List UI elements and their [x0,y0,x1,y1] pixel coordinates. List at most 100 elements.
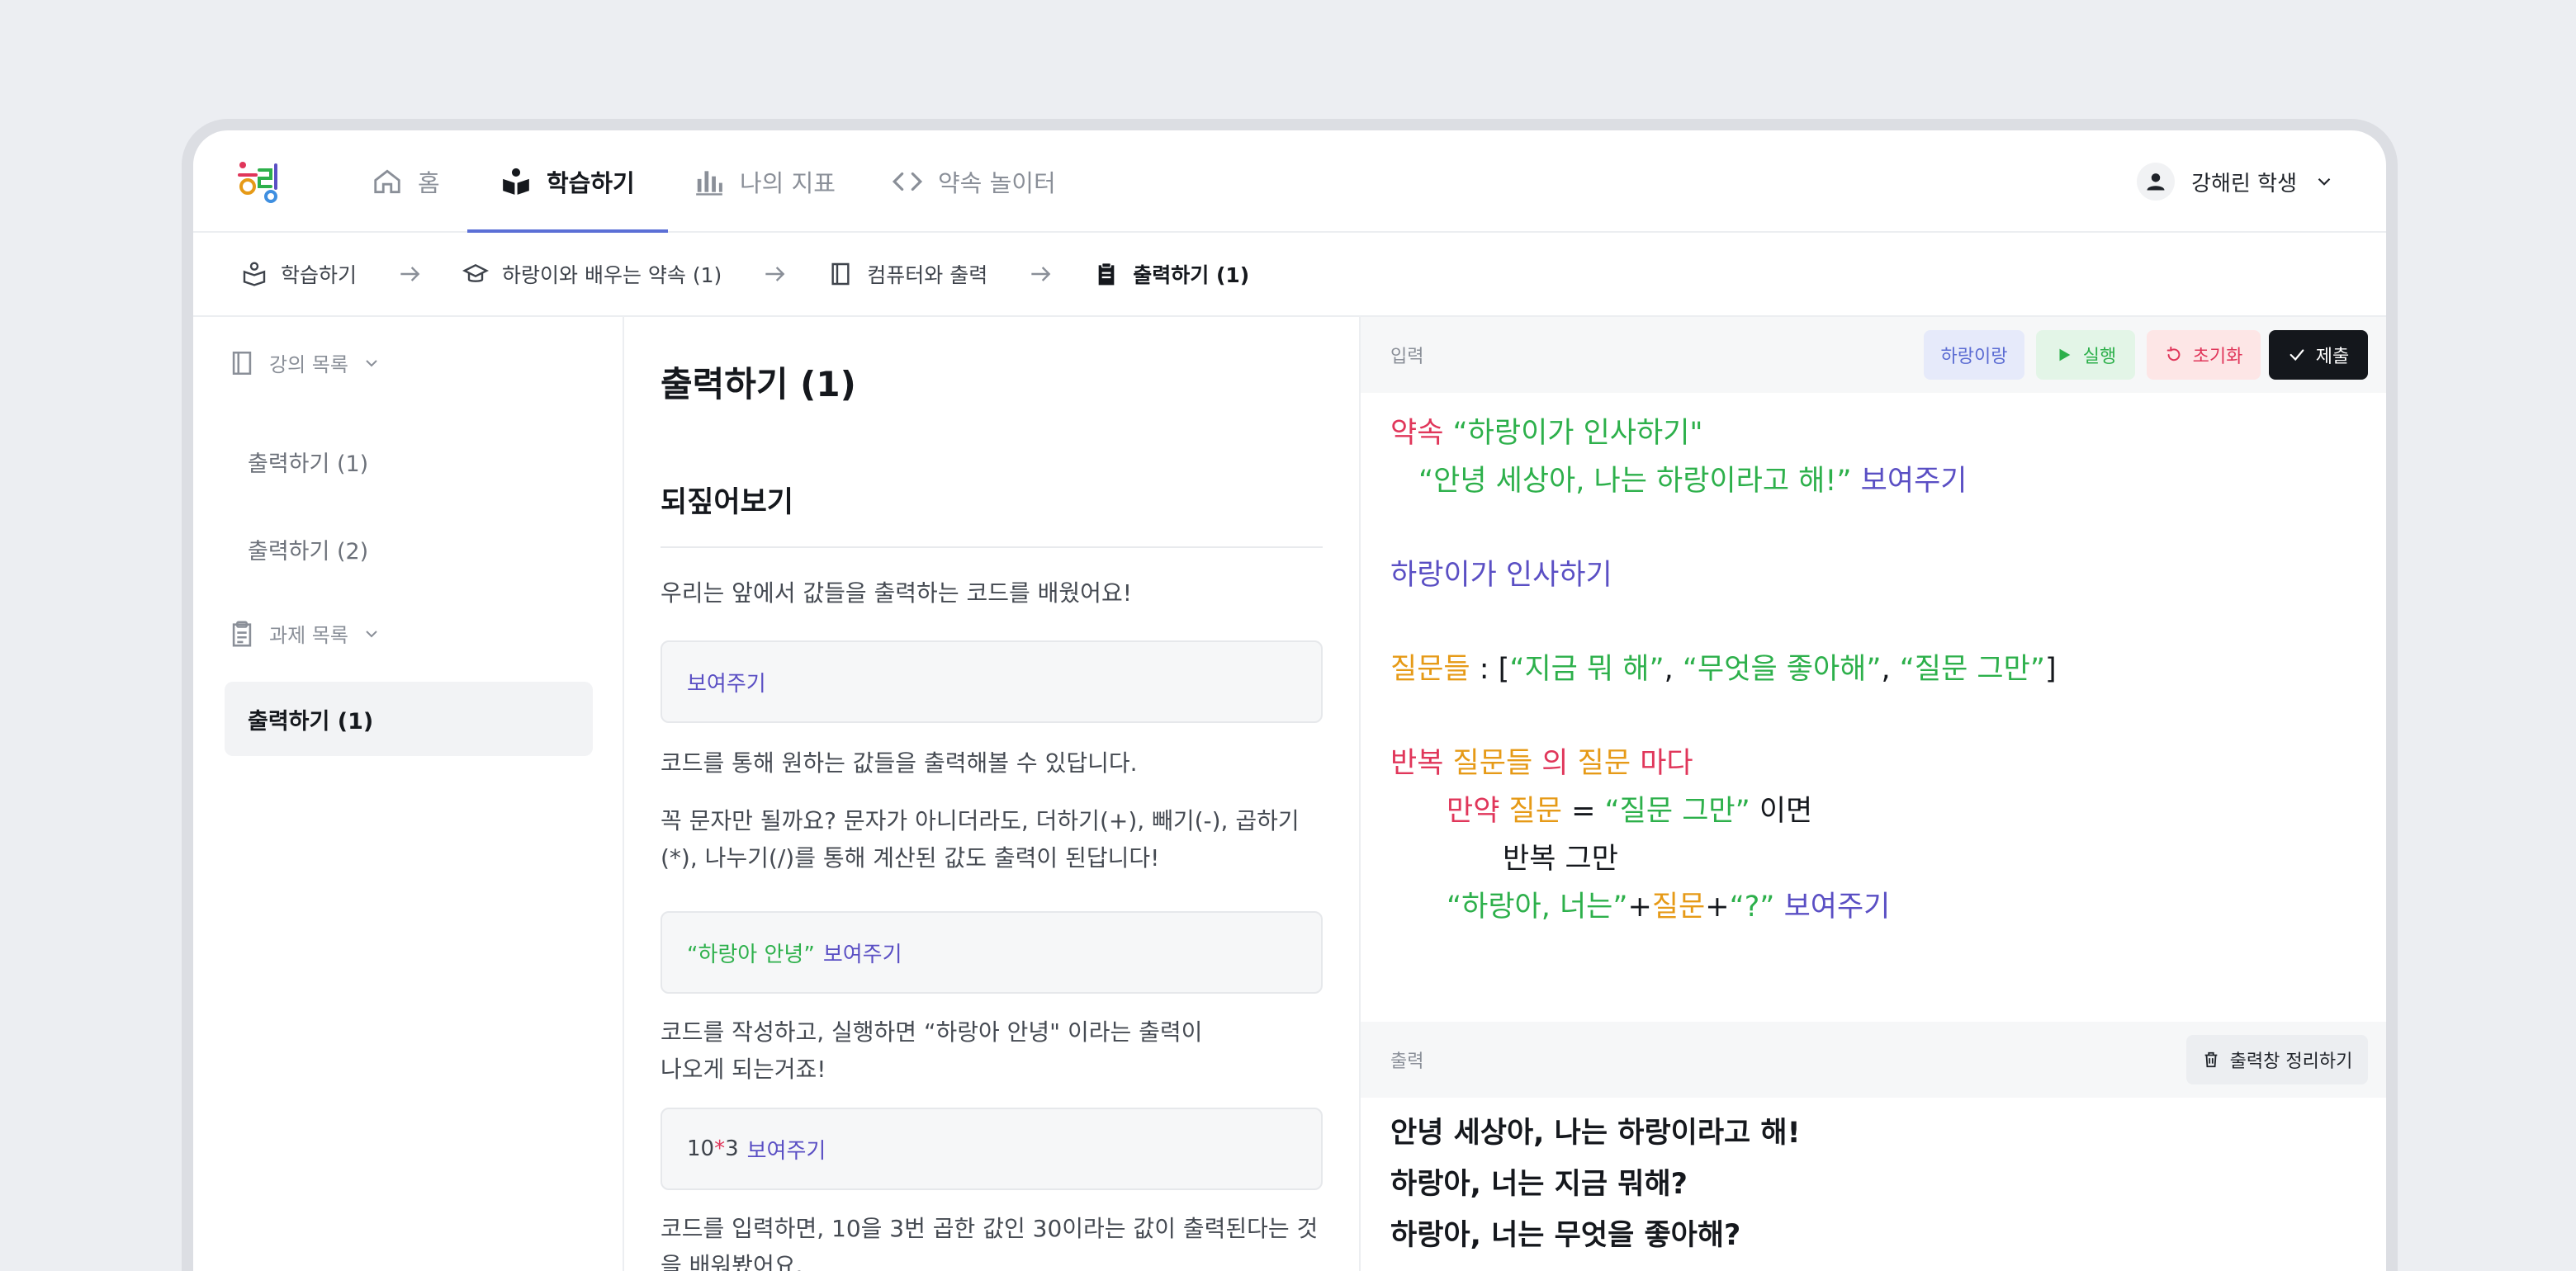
code-number: 3 [725,1136,739,1161]
paragraph-4-line-2: 나오게 되는거죠! [661,1056,826,1083]
run-button[interactable]: 실행 [2036,330,2135,380]
nav-home-label: 홈 [418,169,440,197]
code-operator: * [714,1136,726,1161]
token-string: “질문 그만” [1899,653,2045,686]
harang-button[interactable]: 하랑이랑 [1924,330,2024,380]
bar-chart-icon [696,171,722,196]
breadcrumb-chapter-label: 컴퓨터와 출력 [867,263,988,287]
breadcrumb-chapter[interactable]: 컴퓨터와 출력 [827,259,987,289]
breadcrumb-current: 출력하기 (1) [1093,259,1249,289]
book-reader-icon [503,168,529,195]
nav-learn[interactable]: 학습하기 [467,130,668,233]
clipboard-icon [1098,262,1115,286]
arrow-right-icon [765,267,785,281]
reset-button[interactable]: 초기화 [2147,330,2261,380]
submit-button[interactable]: 제출 [2269,330,2368,380]
sidebar-item-lecture-2[interactable]: 출력하기 (2) [225,512,593,586]
sidebar-item-lecture-1[interactable]: 출력하기 (1) [225,424,593,498]
breadcrumb: 학습하기 하랑이와 배우는 약속 (1) 컴퓨터와 출력 출력하기 (1) [193,233,2386,317]
code-line-6: 질문들 : [“지금 뭐 해”, “무엇을 좋아해”, “질문 그만”] [1390,645,2057,687]
paragraph-1: 우리는 앞에서 값들을 출력하는 코드를 배웠어요! [661,579,1132,607]
token-keyword: 반복 [1390,747,1444,780]
book-open-icon [243,262,266,286]
token-punct: ] [2044,653,2057,686]
token-string: “하랑아, 너는” [1447,891,1628,924]
paragraph-4-line-1: 코드를 작성하고, 실행하면 “하랑아 안녕" 이라는 출력이 [661,1018,1203,1046]
token-keyword-plain: 이면 [1750,795,1813,828]
run-button-label: 실행 [2082,347,2117,367]
task-list-toggle[interactable]: 과제 목록 [228,619,381,648]
nav-stats[interactable]: 나의 지표 [694,130,836,233]
lesson-title: 출력하기 (1) [661,364,856,404]
avatar [2137,163,2176,201]
breadcrumb-learn-label: 학습하기 [281,263,358,287]
code-number: 10 [687,1136,715,1161]
token-keyword: 만약 [1447,795,1500,828]
clear-output-button[interactable]: 출력창 정리하기 [2186,1035,2368,1084]
chevron-down-icon [2318,177,2331,186]
output-label: 출력 [1390,1051,1424,1072]
token-keyword: 의 [1541,747,1569,780]
arrow-right-icon [400,267,420,281]
token-keyword-plain: 반복 그만 [1503,843,1618,876]
app-window: 홈 학습하기 나의 지표 약속 놀이터 강해린 학생 학습하기 하랑이와 배우는… [182,119,2398,1271]
clear-output-label: 출력창 정리하기 [2229,1051,2353,1072]
nav-home[interactable]: 홈 [372,130,440,233]
code-line-1: 약속 “하랑이가 인사하기" [1390,409,1703,451]
token-call: 보여주기 [1783,891,1891,924]
user-menu[interactable]: 강해린 학생 [2137,130,2335,233]
token-punct: + [1627,891,1652,924]
paragraph-5: 코드를 입력하면, 10을 3번 곱한 값인 30이라는 값이 출력된다는 것을… [661,1215,1319,1271]
lecture-list-toggle[interactable]: 강의 목록 [228,348,381,377]
token-punct: , [1881,653,1900,686]
token-punct: : [ [1470,653,1510,686]
code-panel: 입력 하랑이랑 실행 초기화 제출 약속 “하랑이가 인사하기" “안녕 세상아… [1361,317,2386,1271]
token-variable: 질문 [1577,747,1631,780]
book-icon [232,351,252,375]
code-keyword: 보여주기 [687,671,766,697]
token-variable: 질문들 [1452,747,1533,780]
graduation-cap-icon [462,263,490,282]
sidebar: 강의 목록 출력하기 (1) 출력하기 (2) 과제 목록 출력하기 (1) [193,317,624,1271]
chevron-down-icon [366,359,377,366]
code-icon [892,172,923,191]
user-name: 강해린 학생 [2191,171,2297,196]
check-icon [2290,349,2304,361]
code-string: “하랑아 안녕” [687,942,815,967]
nav-learn-label: 학습하기 [547,169,635,197]
token-string: “질문 그만” [1604,795,1750,828]
lecture-list-title: 강의 목록 [269,353,348,376]
section-title: 되짚어보기 [661,486,794,519]
code-keyword: 보여주기 [822,942,902,967]
app-logo[interactable] [236,158,289,203]
trash-icon [2204,1051,2217,1068]
task-list-title: 과제 목록 [269,624,348,647]
token-punct: + [1705,891,1730,924]
top-nav: 홈 학습하기 나의 지표 약속 놀이터 강해린 학생 [193,130,2386,233]
breadcrumb-course[interactable]: 하랑이와 배우는 약속 (1) [462,259,722,289]
token-string: “무엇을 좋아해” [1682,653,1882,686]
token-variable: 질문들 [1390,653,1470,686]
breadcrumb-learn[interactable]: 학습하기 [241,259,357,289]
token-variable: 질문 [1651,891,1706,924]
token-string: “안녕 세상아, 나는 하랑이라고 해!” [1418,465,1852,498]
token-call: 하랑이가 인사하기 [1390,559,1612,592]
code-line-2: “안녕 세상아, 나는 하랑이라고 해!” 보여주기 [1418,457,1967,499]
nav-playground-label: 약속 놀이터 [938,169,1056,197]
token-string: “하랑이가 인사하기" [1452,417,1703,450]
arrow-right-icon [1031,267,1051,281]
code-line-8: 반복 질문들 의 질문 마다 [1390,739,1693,782]
lesson-content: 출력하기 (1) 되짚어보기 우리는 앞에서 값들을 출력하는 코드를 배웠어요… [624,317,1361,1271]
output-line: 하랑아, 너는 무엇을 좋아해? [1390,1219,1741,1252]
reset-button-label: 초기화 [2192,347,2243,367]
code-line-9: 만약 질문 = “질문 그만” 이면 [1447,787,1812,829]
token-punct: = [1561,795,1605,828]
code-line-10: 반복 그만 [1503,835,1618,877]
sidebar-item-task-1[interactable]: 출력하기 (1) [225,682,593,756]
token-keyword: 마다 [1640,747,1693,780]
nav-playground[interactable]: 약속 놀이터 [892,130,1056,233]
breadcrumb-course-label: 하랑이와 배우는 약속 (1) [502,263,722,287]
code-example-2: “하랑아 안녕” 보여주기 [661,911,1323,994]
reset-icon [2166,346,2181,361]
token-punct: , [1664,653,1683,686]
